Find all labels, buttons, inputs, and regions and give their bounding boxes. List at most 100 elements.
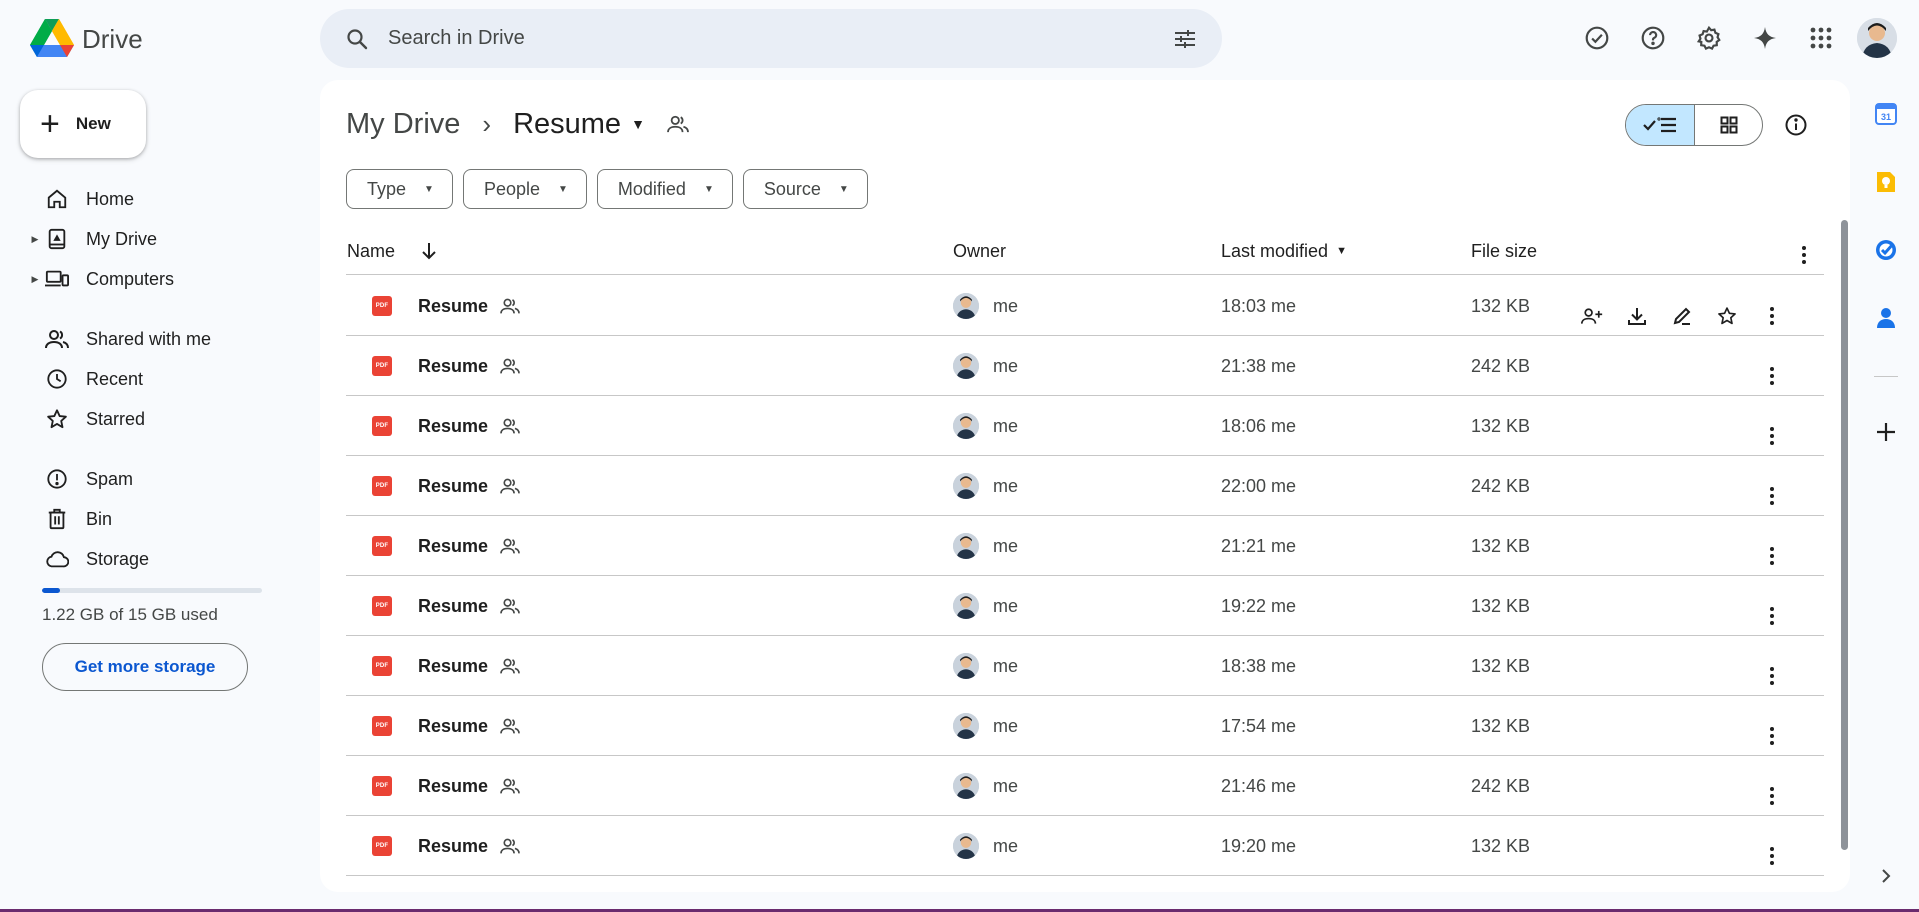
file-name[interactable]: Resume [418,776,488,797]
caret-down-icon[interactable]: ▼ [631,116,645,132]
sidebar-item-spam[interactable]: Spam [28,461,298,497]
file-name[interactable]: Resume [418,536,488,557]
column-header-file-size[interactable]: File size [1471,227,1537,275]
file-size-cell: 132 KB [1471,715,1531,736]
owner-name: me [993,415,1019,436]
owner-name: me [993,835,1019,856]
expand-caret-icon[interactable]: ▶ [28,274,42,285]
sidebar-item-label: My Drive [86,228,157,249]
table-row[interactable]: PDF Resume me 18:38 me 132 KB [346,636,1824,696]
owner-avatar [953,593,979,619]
sidebar-item-my-drive[interactable]: ▶ My Drive [28,221,298,257]
settings-gear-icon[interactable] [1687,16,1731,60]
list-view-button[interactable] [1626,105,1695,145]
search-options-icon[interactable] [1170,24,1200,54]
sort-arrow-down-icon[interactable] [419,241,439,261]
filter-people[interactable]: People ▼ [462,169,587,209]
apps-grid-icon[interactable] [1799,16,1843,60]
table-row[interactable]: PDF Resume me 17:54 me 132 KB [346,696,1824,756]
add-addon-plus-icon[interactable] [1868,414,1904,450]
file-name[interactable]: Resume [418,716,488,737]
owner-avatar [953,833,979,859]
table-row[interactable]: PDF Resume me 21:21 me 132 KB [346,516,1824,576]
sidebar-item-recent[interactable]: Recent [28,361,298,397]
owner-avatar [953,533,979,559]
column-header-owner[interactable]: Owner [953,227,1006,275]
drive-logo[interactable]: Drive [30,18,143,60]
breadcrumb-current[interactable]: Resume [513,108,621,141]
pdf-file-icon: PDF [372,476,392,496]
sidebar-item-home[interactable]: Home [28,181,298,217]
owner-name: me [993,295,1019,316]
shared-people-icon [500,837,520,855]
file-name[interactable]: Resume [418,476,488,497]
calendar-icon[interactable]: 31 [1868,96,1904,132]
sidebar-item-shared-with-me[interactable]: Shared with me [28,321,298,357]
column-header-name[interactable]: Name [347,227,439,275]
filter-type[interactable]: Type ▼ [346,169,453,209]
more-vert-icon[interactable] [1784,231,1824,279]
shared-people-icon [500,717,520,735]
pdf-file-icon: PDF [372,416,392,436]
storage-usage-bar [42,588,262,593]
file-name[interactable]: Resume [418,296,488,317]
grid-view-button[interactable] [1695,105,1762,145]
owner-name: me [993,475,1019,496]
expand-caret-icon[interactable]: ▶ [28,234,42,245]
owner-cell: me [953,576,1018,636]
table-row[interactable]: PDF Resume me 19:20 me 132 KB [346,816,1824,876]
table-row[interactable]: PDF Resume me 18:06 me 132 KB [346,396,1824,456]
file-name[interactable]: Resume [418,836,488,857]
last-modified-cell: 21:46 me [1221,775,1297,796]
table-row[interactable]: PDF Resume me 22:00 me 242 KB [346,456,1824,516]
more-actions-icon[interactable] [1752,826,1792,886]
name-cell: PDF Resume [372,336,520,396]
hide-side-panel-chevron-icon[interactable] [1868,858,1904,894]
table-row[interactable]: PDF Resume me 18:03 me 132 KB [346,276,1824,336]
owner-cell: me [953,756,1018,816]
file-name[interactable]: Resume [418,656,488,677]
search-input[interactable]: Search in Drive [388,27,1170,50]
filter-label: Source [763,178,821,199]
filter-modified[interactable]: Modified ▼ [596,169,733,209]
contacts-icon[interactable] [1868,300,1904,336]
sidebar-item-label: Shared with me [86,328,212,349]
owner-name: me [993,535,1019,556]
owner-name: me [993,775,1019,796]
keep-icon[interactable] [1868,164,1904,200]
info-icon[interactable] [1776,105,1816,145]
owner-name: me [993,655,1019,676]
file-size-cell: 242 KB [1471,475,1531,496]
name-cell: PDF Resume [372,396,520,456]
file-name[interactable]: Resume [418,416,488,437]
search-bar[interactable]: Search in Drive [320,9,1222,68]
shared-folder-icon[interactable] [667,114,689,134]
name-cell: PDF Resume [372,576,520,636]
gemini-sparkle-icon[interactable] [1743,16,1787,60]
file-name[interactable]: Resume [418,596,488,617]
last-modified-cell: 18:06 me [1221,415,1297,436]
breadcrumb-root[interactable]: My Drive [346,108,460,141]
sidebar-item-storage[interactable]: Storage [28,541,298,577]
tasks-icon[interactable] [1868,232,1904,268]
help-icon[interactable] [1631,16,1675,60]
get-more-storage-button[interactable]: Get more storage [42,643,248,691]
filter-source[interactable]: Source ▼ [742,169,868,209]
account-avatar[interactable] [1855,16,1899,60]
file-size-cell: 242 KB [1471,775,1531,796]
new-button[interactable]: + New [20,90,146,158]
sidebar-item-bin[interactable]: Bin [28,501,298,537]
ready-for-offline-icon[interactable] [1575,16,1619,60]
name-cell: PDF Resume [372,456,520,516]
sidebar-item-label: Bin [86,508,113,529]
table-row[interactable]: PDF Resume me 19:22 me 132 KB [346,576,1824,636]
file-name[interactable]: Resume [418,356,488,377]
table-row[interactable]: PDF Resume me 21:38 me 242 KB [346,336,1824,396]
search-icon[interactable] [342,24,372,54]
sidebar-item-starred[interactable]: Starred [28,401,298,437]
drive-logo-icon [30,19,74,57]
column-header-last-modified[interactable]: Last modified ▼ [1221,227,1347,275]
scrollbar[interactable] [1841,220,1848,850]
sidebar-item-computers[interactable]: ▶ Computers [28,261,298,297]
table-row[interactable]: PDF Resume me 21:46 me 242 KB [346,756,1824,816]
